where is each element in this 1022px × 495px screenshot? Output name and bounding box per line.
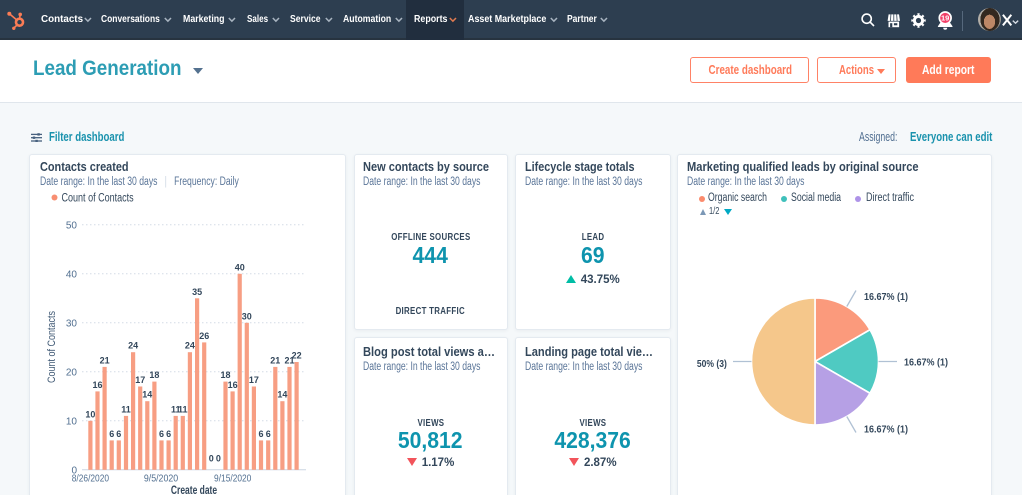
svg-text:6: 6 [166, 429, 171, 439]
svg-text:11: 11 [121, 404, 131, 414]
svg-text:22: 22 [292, 351, 302, 361]
svg-text:18: 18 [149, 370, 159, 380]
svg-text:17: 17 [135, 375, 145, 385]
svg-text:8/26/2020: 8/26/2020 [72, 473, 109, 485]
svg-text:16: 16 [228, 380, 238, 390]
svg-text:16.67% (1): 16.67% (1) [864, 424, 908, 436]
svg-text:19: 19 [941, 14, 949, 23]
svg-text:Count of Contacts: Count of Contacts [46, 311, 58, 383]
svg-text:24: 24 [128, 341, 138, 351]
svg-text:11: 11 [178, 404, 188, 414]
svg-text:16.67% (1): 16.67% (1) [904, 357, 948, 369]
svg-text:6: 6 [109, 429, 114, 439]
svg-text:20: 20 [66, 367, 78, 378]
svg-text:21: 21 [100, 355, 110, 365]
svg-text:Count of Contacts: Count of Contacts [62, 193, 134, 205]
svg-text:0: 0 [216, 453, 221, 463]
svg-text:30: 30 [66, 318, 78, 329]
svg-text:30: 30 [242, 311, 252, 321]
svg-text:40: 40 [66, 269, 78, 280]
svg-text:24: 24 [185, 341, 195, 351]
svg-text:10: 10 [85, 409, 95, 419]
svg-text:35: 35 [192, 287, 202, 297]
svg-text:0: 0 [209, 453, 214, 463]
svg-text:9/5/2020: 9/5/2020 [144, 473, 178, 485]
svg-text:6: 6 [116, 429, 121, 439]
svg-text:50: 50 [66, 220, 78, 231]
svg-text:17: 17 [249, 375, 259, 385]
svg-text:40: 40 [235, 262, 245, 272]
svg-text:10: 10 [66, 416, 78, 427]
svg-text:6: 6 [258, 429, 263, 439]
svg-text:6: 6 [159, 429, 164, 439]
svg-text:50% (3): 50% (3) [697, 358, 727, 370]
svg-text:14: 14 [277, 390, 287, 400]
svg-text:9/15/2020: 9/15/2020 [214, 473, 251, 485]
svg-text:Create date: Create date [171, 485, 217, 495]
svg-text:16: 16 [92, 380, 102, 390]
svg-text:16.67% (1): 16.67% (1) [864, 291, 908, 303]
svg-text:6: 6 [266, 429, 271, 439]
svg-text:26: 26 [199, 331, 209, 341]
svg-text:21: 21 [270, 355, 280, 365]
svg-text:18: 18 [220, 370, 230, 380]
svg-text:14: 14 [142, 390, 152, 400]
